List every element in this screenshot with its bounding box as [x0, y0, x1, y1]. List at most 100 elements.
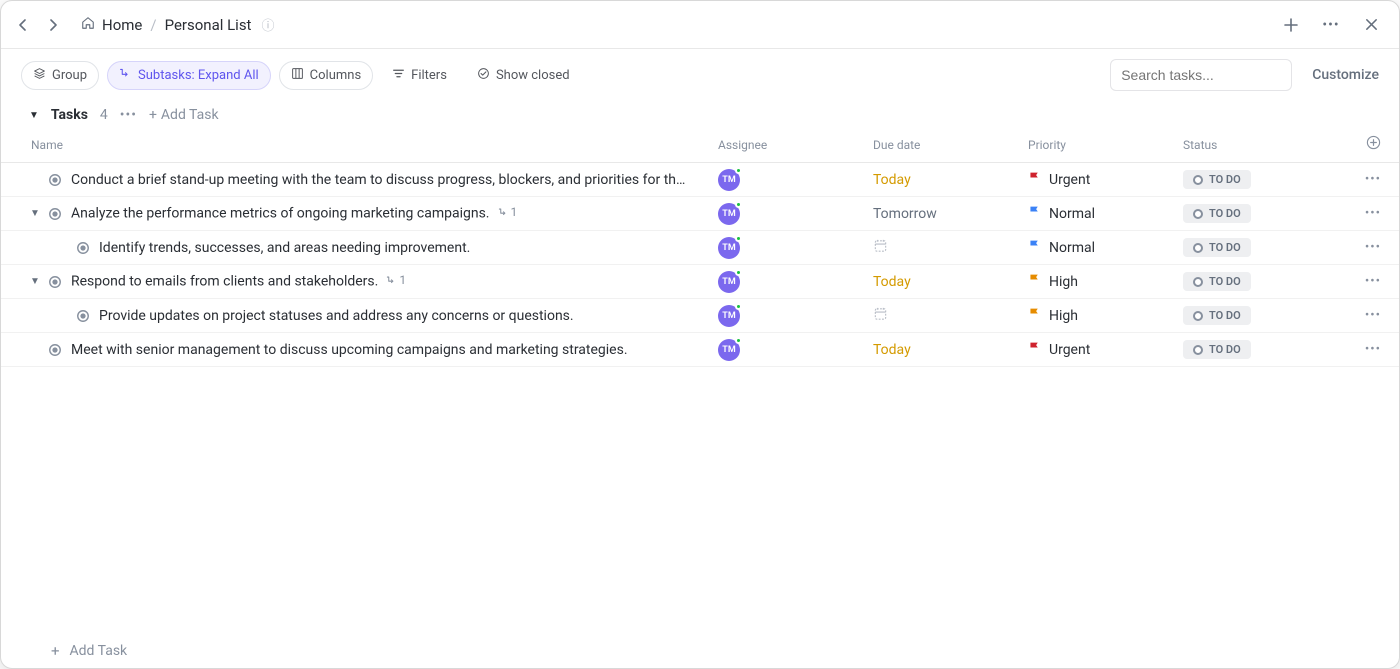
collapse-icon[interactable]: ▼: [25, 276, 45, 287]
search-input[interactable]: [1121, 67, 1281, 83]
status-dot-icon: [1193, 209, 1203, 219]
row-more-icon[interactable]: •••: [1353, 342, 1381, 357]
status-circle-icon[interactable]: [45, 207, 65, 221]
subtasks-button[interactable]: Subtasks: Expand All: [107, 61, 271, 90]
status[interactable]: TO DO: [1183, 306, 1353, 325]
more-icon[interactable]: •••: [1319, 13, 1343, 37]
flag-icon: [1028, 341, 1041, 358]
task-row[interactable]: Provide updates on project statuses and …: [1, 299, 1399, 333]
filters-button[interactable]: Filters: [381, 62, 458, 89]
status-label: TO DO: [1209, 309, 1241, 322]
add-task-row[interactable]: + Add Task: [1, 634, 1399, 668]
breadcrumb-home[interactable]: Home: [102, 16, 142, 34]
row-more-icon[interactable]: •••: [1353, 240, 1381, 255]
priority[interactable]: Normal: [1028, 239, 1183, 256]
col-assignee[interactable]: Assignee: [718, 138, 873, 152]
priority-label: Urgent: [1049, 342, 1090, 358]
priority[interactable]: Urgent: [1028, 341, 1183, 358]
assignee[interactable]: TM: [718, 237, 873, 259]
status-circle-icon[interactable]: [45, 275, 65, 289]
due-date[interactable]: Tomorrow: [873, 206, 1028, 222]
task-title[interactable]: Provide updates on project statuses and …: [99, 308, 718, 324]
due-date[interactable]: Today: [873, 172, 1028, 188]
due-date[interactable]: Today: [873, 342, 1028, 358]
task-row[interactable]: ▼ Respond to emails from clients and sta…: [1, 265, 1399, 299]
status-badge: TO DO: [1183, 340, 1251, 359]
presence-dot-icon: [735, 269, 742, 276]
task-title[interactable]: Respond to emails from clients and stake…: [71, 273, 718, 290]
col-status[interactable]: Status: [1183, 138, 1353, 152]
presence-dot-icon: [735, 303, 742, 310]
group-button[interactable]: Group: [21, 61, 99, 90]
task-title[interactable]: Identify trends, successes, and areas ne…: [99, 240, 718, 256]
task-row[interactable]: Conduct a brief stand-up meeting with th…: [1, 163, 1399, 197]
add-icon[interactable]: [1279, 13, 1303, 37]
nav-back-icon[interactable]: [17, 19, 29, 31]
status-badge: TO DO: [1183, 306, 1251, 325]
show-closed-button[interactable]: Show closed: [466, 62, 581, 89]
col-due-date[interactable]: Due date: [873, 138, 1028, 152]
add-column-icon[interactable]: [1353, 135, 1381, 154]
assignee[interactable]: TM: [718, 203, 873, 225]
status-circle-icon[interactable]: [45, 173, 65, 187]
columns-button[interactable]: Columns: [279, 61, 374, 90]
task-title[interactable]: Analyze the performance metrics of ongoi…: [71, 205, 718, 222]
subtasks-label: Subtasks: Expand All: [138, 68, 259, 83]
task-title[interactable]: Meet with senior management to discuss u…: [71, 342, 718, 358]
layers-icon: [33, 67, 46, 84]
filters-label: Filters: [411, 68, 447, 83]
task-title[interactable]: Conduct a brief stand-up meeting with th…: [71, 172, 718, 188]
avatar: TM: [718, 169, 740, 191]
plus-icon: +: [51, 642, 60, 660]
priority-label: Normal: [1049, 240, 1095, 256]
due-date-empty[interactable]: [873, 238, 1028, 257]
row-more-icon[interactable]: •••: [1353, 274, 1381, 289]
priority[interactable]: High: [1028, 307, 1183, 324]
status[interactable]: TO DO: [1183, 170, 1353, 189]
status[interactable]: TO DO: [1183, 204, 1353, 223]
task-row[interactable]: ▼ Analyze the performance metrics of ong…: [1, 197, 1399, 231]
col-name[interactable]: Name: [31, 138, 718, 152]
priority[interactable]: High: [1028, 273, 1183, 290]
subtask-count[interactable]: 1: [386, 273, 406, 287]
priority-label: Normal: [1049, 206, 1095, 222]
task-row[interactable]: Identify trends, successes, and areas ne…: [1, 231, 1399, 265]
status-circle-icon[interactable]: [73, 309, 93, 323]
info-icon[interactable]: ⓘ: [261, 15, 274, 34]
toolbar: Group Subtasks: Expand All Columns Filte…: [1, 49, 1399, 101]
task-row[interactable]: Meet with senior management to discuss u…: [1, 333, 1399, 367]
assignee[interactable]: TM: [718, 271, 873, 293]
row-more-icon[interactable]: •••: [1353, 172, 1381, 187]
priority[interactable]: Urgent: [1028, 171, 1183, 188]
due-date[interactable]: Today: [873, 274, 1028, 290]
row-more-icon[interactable]: •••: [1353, 206, 1381, 221]
status[interactable]: TO DO: [1183, 272, 1353, 291]
row-more-icon[interactable]: •••: [1353, 308, 1381, 323]
assignee[interactable]: TM: [718, 169, 873, 191]
search-box[interactable]: [1110, 59, 1292, 91]
flag-icon: [1028, 273, 1041, 290]
breadcrumb-list[interactable]: Personal List: [165, 16, 252, 34]
due-date-empty[interactable]: [873, 306, 1028, 325]
calendar-icon: [873, 307, 888, 325]
group-name: Tasks: [51, 107, 88, 123]
subtask-count[interactable]: 1: [498, 205, 518, 219]
assignee[interactable]: TM: [718, 305, 873, 327]
status-circle-icon[interactable]: [73, 241, 93, 255]
priority-label: High: [1049, 274, 1078, 290]
status[interactable]: TO DO: [1183, 340, 1353, 359]
close-icon[interactable]: [1359, 13, 1383, 37]
col-priority[interactable]: Priority: [1028, 138, 1183, 152]
priority[interactable]: Normal: [1028, 205, 1183, 222]
group-more-icon[interactable]: •••: [120, 107, 137, 123]
group-add-task[interactable]: + Add Task: [149, 107, 219, 123]
assignee[interactable]: TM: [718, 339, 873, 361]
collapse-icon[interactable]: ▼: [25, 208, 45, 219]
customize-button[interactable]: Customize: [1312, 67, 1379, 83]
nav-forward-icon[interactable]: [47, 19, 59, 31]
status[interactable]: TO DO: [1183, 238, 1353, 257]
group-collapse-icon[interactable]: ▼: [29, 110, 39, 121]
status-circle-icon[interactable]: [45, 343, 65, 357]
plus-icon: +: [149, 107, 157, 123]
priority-label: High: [1049, 308, 1078, 324]
